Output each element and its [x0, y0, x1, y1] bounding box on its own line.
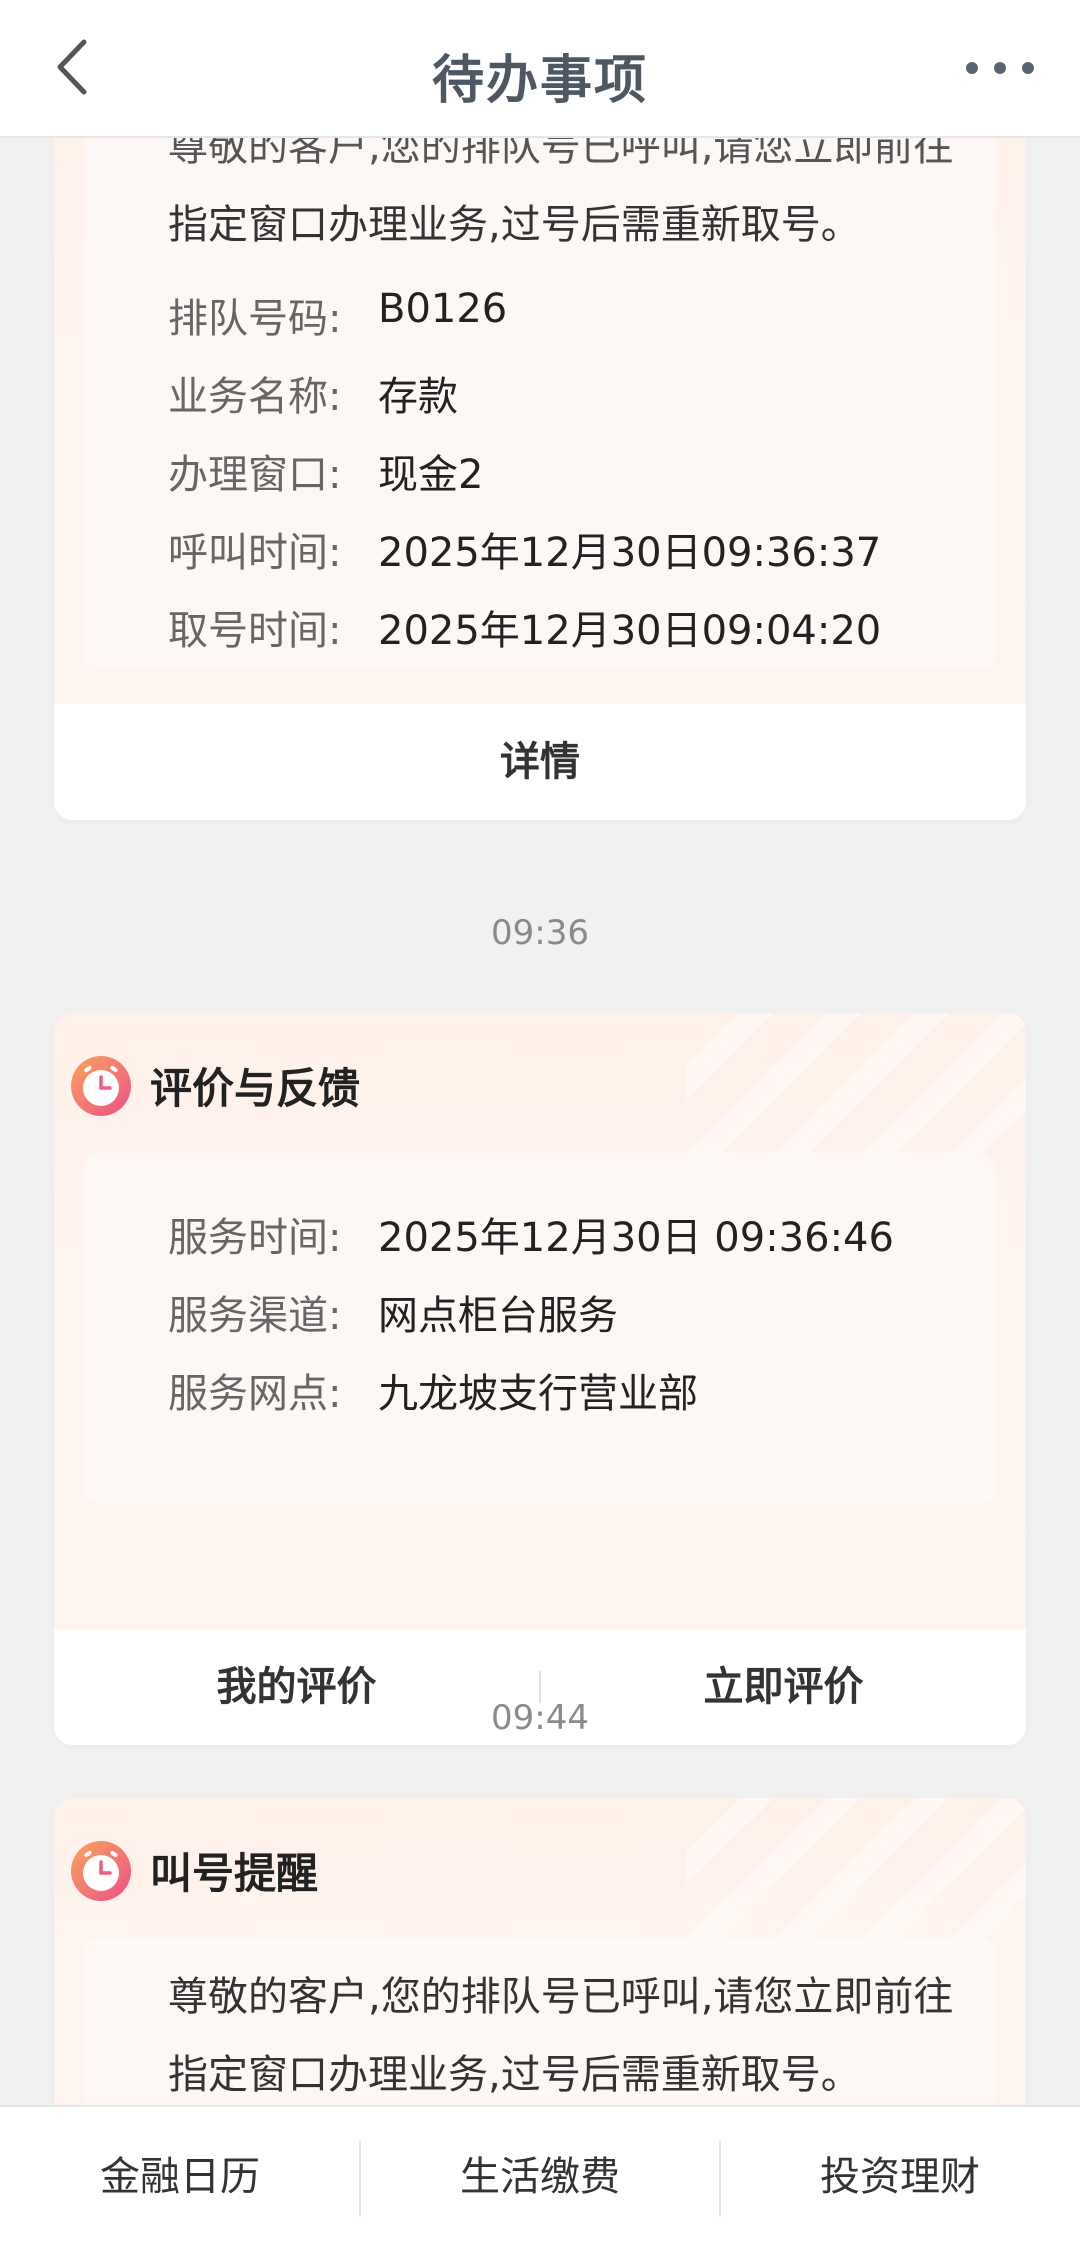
- card-message-line: 指定窗口办理业务,过号后需重新取号。: [168, 202, 861, 248]
- field-business-name: 业务名称: 存款: [84, 364, 996, 424]
- field-value: 2025年12月30日09:36:37: [378, 530, 882, 576]
- field-label: 服务网点:: [168, 1371, 342, 1417]
- field-label: 办理窗口:: [168, 452, 342, 498]
- tab-bill-payment[interactable]: 生活缴费: [360, 2107, 720, 2247]
- card-title: 叫号提醒: [150, 1849, 319, 1898]
- alarm-clock-icon: [71, 1056, 131, 1116]
- tab-investment[interactable]: 投资理财: [720, 2107, 1080, 2247]
- feedback-card: 评价与反馈 服务时间: 2025年12月30日 09:36:46 服务渠道: 网…: [54, 1013, 1026, 1745]
- field-value: 存款: [378, 374, 458, 420]
- card-details-panel: 服务时间: 2025年12月30日 09:36:46 服务渠道: 网点柜台服务 …: [84, 1153, 996, 1503]
- tab-financial-calendar[interactable]: 金融日历: [0, 2107, 360, 2247]
- field-value: 九龙坡支行营业部: [378, 1371, 698, 1417]
- field-service-time: 服务时间: 2025年12月30日 09:36:46: [84, 1205, 996, 1265]
- field-value: 2025年12月30日09:04:20: [378, 608, 882, 654]
- card-title: 评价与反馈: [150, 1064, 361, 1113]
- card-header: 评价与反馈: [54, 1013, 1026, 1153]
- field-value: 2025年12月30日 09:36:46: [378, 1215, 894, 1261]
- alarm-clock-icon: [71, 1841, 131, 1901]
- field-label: 取号时间:: [168, 608, 342, 654]
- queue-call-card-previous: 尊敬的客户,您的排队号已呼叫,请您立即前往 指定窗口办理业务,过号后需重新取号。…: [54, 138, 1026, 820]
- field-ticket-time: 取号时间: 2025年12月30日09:04:20: [84, 598, 996, 658]
- queue-call-reminder-card: 叫号提醒 尊敬的客户,您的排队号已呼叫,请您立即前往 指定窗口办理业务,过号后需…: [54, 1798, 1026, 2105]
- field-value: B0126: [378, 286, 508, 332]
- bottom-tab-bar: 金融日历 生活缴费 投资理财: [0, 2105, 1080, 2247]
- page-title: 待办事项: [431, 51, 648, 111]
- card-details-panel: 尊敬的客户,您的排队号已呼叫,请您立即前往 指定窗口办理业务,过号后需重新取号。…: [84, 138, 996, 668]
- timestamp: 09:36: [491, 913, 589, 953]
- more-options-icon[interactable]: [960, 48, 1040, 88]
- field-call-time: 呼叫时间: 2025年12月30日09:36:37: [84, 520, 996, 580]
- field-queue-number: 排队号码: B0126: [84, 286, 996, 346]
- field-label: 业务名称:: [168, 374, 342, 420]
- card-actions: 详情: [54, 704, 1026, 820]
- card-message-partial: 尊敬的客户,您的排队号已呼叫,请您立即前往: [168, 138, 954, 170]
- field-value: 现金2: [378, 452, 484, 498]
- field-service-branch: 服务网点: 九龙坡支行营业部: [84, 1361, 996, 1421]
- field-label: 呼叫时间:: [168, 530, 342, 576]
- details-button[interactable]: 详情: [54, 704, 1026, 820]
- card-message-line: 指定窗口办理业务,过号后需重新取号。: [168, 2052, 861, 2098]
- field-label: 排队号码:: [168, 296, 342, 342]
- field-value: 网点柜台服务: [378, 1293, 618, 1339]
- top-nav-bar: 待办事项: [0, 0, 1080, 138]
- field-service-channel: 服务渠道: 网点柜台服务: [84, 1283, 996, 1343]
- card-details-panel: 尊敬的客户,您的排队号已呼叫,请您立即前往 指定窗口办理业务,过号后需重新取号。: [84, 1938, 996, 2105]
- card-message-line: 尊敬的客户,您的排队号已呼叫,请您立即前往: [168, 1974, 954, 2020]
- field-window: 办理窗口: 现金2: [84, 442, 996, 502]
- timestamp: 09:44: [491, 1698, 589, 1738]
- field-label: 服务时间:: [168, 1215, 342, 1261]
- card-header: 叫号提醒: [54, 1798, 1026, 1938]
- message-list[interactable]: 尊敬的客户,您的排队号已呼叫,请您立即前往 指定窗口办理业务,过号后需重新取号。…: [0, 138, 1080, 2105]
- field-label: 服务渠道:: [168, 1293, 342, 1339]
